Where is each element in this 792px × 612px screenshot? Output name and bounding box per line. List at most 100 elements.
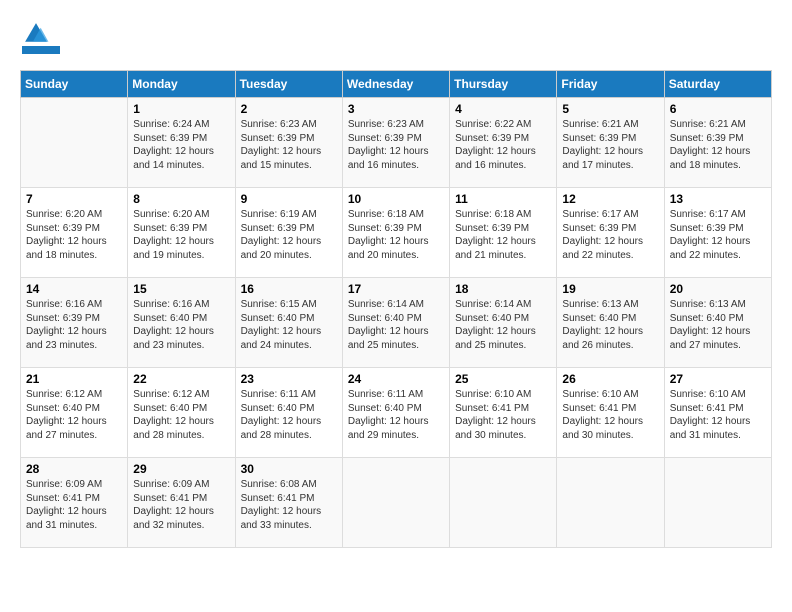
day-number: 23	[241, 372, 337, 386]
day-info: Sunrise: 6:11 AMSunset: 6:40 PMDaylight:…	[241, 388, 337, 442]
day-info: Sunrise: 6:14 AMSunset: 6:40 PMDaylight:…	[348, 298, 444, 352]
calendar-week-3: 14 Sunrise: 6:16 AMSunset: 6:39 PMDayligh…	[21, 278, 772, 368]
day-info: Sunrise: 6:15 AMSunset: 6:40 PMDaylight:…	[241, 298, 337, 352]
calendar-cell: 12 Sunrise: 6:17 AMSunset: 6:39 PMDayligh…	[557, 188, 664, 278]
day-number: 22	[133, 372, 229, 386]
day-info: Sunrise: 6:20 AMSunset: 6:39 PMDaylight:…	[26, 208, 122, 262]
logo	[20, 20, 60, 54]
day-info: Sunrise: 6:10 AMSunset: 6:41 PMDaylight:…	[562, 388, 658, 442]
calendar-header-friday: Friday	[557, 71, 664, 98]
calendar-header-row: SundayMondayTuesdayWednesdayThursdayFrid…	[21, 71, 772, 98]
calendar-header-wednesday: Wednesday	[342, 71, 449, 98]
calendar-cell	[664, 458, 771, 548]
day-info: Sunrise: 6:14 AMSunset: 6:40 PMDaylight:…	[455, 298, 551, 352]
calendar-cell: 8 Sunrise: 6:20 AMSunset: 6:39 PMDaylight…	[128, 188, 235, 278]
day-number: 13	[670, 192, 766, 206]
calendar-cell: 1 Sunrise: 6:24 AMSunset: 6:39 PMDaylight…	[128, 98, 235, 188]
calendar-cell: 29Sunrise: 6:09 AMSunset: 6:41 PMDayligh…	[128, 458, 235, 548]
calendar-header-monday: Monday	[128, 71, 235, 98]
logo-underline	[22, 46, 60, 54]
calendar-cell: 17 Sunrise: 6:14 AMSunset: 6:40 PMDayligh…	[342, 278, 449, 368]
day-info: Sunrise: 6:12 AMSunset: 6:40 PMDaylight:…	[133, 388, 229, 442]
day-info: Sunrise: 6:21 AMSunset: 6:39 PMDaylight:…	[562, 118, 658, 172]
day-number: 12	[562, 192, 658, 206]
day-number: 18	[455, 282, 551, 296]
calendar-cell: 13 Sunrise: 6:17 AMSunset: 6:39 PMDayligh…	[664, 188, 771, 278]
day-number: 2	[241, 102, 337, 116]
calendar-cell: 9Sunrise: 6:19 AMSunset: 6:39 PMDaylight…	[235, 188, 342, 278]
day-info: Sunrise: 6:16 AMSunset: 6:40 PMDaylight:…	[133, 298, 229, 352]
calendar-cell: 22 Sunrise: 6:12 AMSunset: 6:40 PMDayligh…	[128, 368, 235, 458]
day-number: 14	[26, 282, 122, 296]
day-number: 1	[133, 102, 229, 116]
day-info: Sunrise: 6:10 AMSunset: 6:41 PMDaylight:…	[670, 388, 766, 442]
day-info: Sunrise: 6:24 AMSunset: 6:39 PMDaylight:…	[133, 118, 229, 172]
day-info: Sunrise: 6:21 AMSunset: 6:39 PMDaylight:…	[670, 118, 766, 172]
calendar-cell: 2 Sunrise: 6:23 AMSunset: 6:39 PMDaylight…	[235, 98, 342, 188]
calendar-cell	[21, 98, 128, 188]
calendar-cell: 27Sunrise: 6:10 AMSunset: 6:41 PMDayligh…	[664, 368, 771, 458]
day-info: Sunrise: 6:17 AMSunset: 6:39 PMDaylight:…	[562, 208, 658, 262]
logo-icon	[22, 20, 50, 48]
day-number: 3	[348, 102, 444, 116]
day-info: Sunrise: 6:18 AMSunset: 6:39 PMDaylight:…	[348, 208, 444, 262]
day-number: 21	[26, 372, 122, 386]
day-info: Sunrise: 6:18 AMSunset: 6:39 PMDaylight:…	[455, 208, 551, 262]
day-number: 20	[670, 282, 766, 296]
calendar-cell: 5 Sunrise: 6:21 AMSunset: 6:39 PMDaylight…	[557, 98, 664, 188]
day-number: 10	[348, 192, 444, 206]
day-number: 17	[348, 282, 444, 296]
day-number: 7	[26, 192, 122, 206]
calendar-cell: 6Sunrise: 6:21 AMSunset: 6:39 PMDaylight…	[664, 98, 771, 188]
day-info: Sunrise: 6:23 AMSunset: 6:39 PMDaylight:…	[348, 118, 444, 172]
calendar-cell: 10 Sunrise: 6:18 AMSunset: 6:39 PMDayligh…	[342, 188, 449, 278]
calendar-cell: 19 Sunrise: 6:13 AMSunset: 6:40 PMDayligh…	[557, 278, 664, 368]
calendar-cell: 18 Sunrise: 6:14 AMSunset: 6:40 PMDayligh…	[450, 278, 557, 368]
calendar-cell: 14 Sunrise: 6:16 AMSunset: 6:39 PMDayligh…	[21, 278, 128, 368]
day-number: 24	[348, 372, 444, 386]
day-number: 26	[562, 372, 658, 386]
day-info: Sunrise: 6:09 AMSunset: 6:41 PMDaylight:…	[133, 478, 229, 532]
day-info: Sunrise: 6:13 AMSunset: 6:40 PMDaylight:…	[562, 298, 658, 352]
calendar-cell: 26 Sunrise: 6:10 AMSunset: 6:41 PMDayligh…	[557, 368, 664, 458]
calendar-week-4: 21 Sunrise: 6:12 AMSunset: 6:40 PMDayligh…	[21, 368, 772, 458]
day-info: Sunrise: 6:09 AMSunset: 6:41 PMDaylight:…	[26, 478, 122, 532]
day-info: Sunrise: 6:17 AMSunset: 6:39 PMDaylight:…	[670, 208, 766, 262]
day-number: 28	[26, 462, 122, 476]
calendar-cell: 28 Sunrise: 6:09 AMSunset: 6:41 PMDayligh…	[21, 458, 128, 548]
day-info: Sunrise: 6:10 AMSunset: 6:41 PMDaylight:…	[455, 388, 551, 442]
day-number: 19	[562, 282, 658, 296]
day-number: 16	[241, 282, 337, 296]
calendar-cell: 24 Sunrise: 6:11 AMSunset: 6:40 PMDayligh…	[342, 368, 449, 458]
calendar-week-1: 1 Sunrise: 6:24 AMSunset: 6:39 PMDaylight…	[21, 98, 772, 188]
day-info: Sunrise: 6:16 AMSunset: 6:39 PMDaylight:…	[26, 298, 122, 352]
calendar-week-2: 7 Sunrise: 6:20 AMSunset: 6:39 PMDaylight…	[21, 188, 772, 278]
calendar-cell: 11 Sunrise: 6:18 AMSunset: 6:39 PMDayligh…	[450, 188, 557, 278]
calendar-header-saturday: Saturday	[664, 71, 771, 98]
calendar-header-thursday: Thursday	[450, 71, 557, 98]
calendar-cell: 7 Sunrise: 6:20 AMSunset: 6:39 PMDaylight…	[21, 188, 128, 278]
calendar-cell: 3 Sunrise: 6:23 AMSunset: 6:39 PMDaylight…	[342, 98, 449, 188]
day-number: 4	[455, 102, 551, 116]
calendar-cell: 16 Sunrise: 6:15 AMSunset: 6:40 PMDayligh…	[235, 278, 342, 368]
calendar-header-sunday: Sunday	[21, 71, 128, 98]
calendar-cell: 15Sunrise: 6:16 AMSunset: 6:40 PMDayligh…	[128, 278, 235, 368]
day-number: 11	[455, 192, 551, 206]
day-info: Sunrise: 6:11 AMSunset: 6:40 PMDaylight:…	[348, 388, 444, 442]
calendar-cell: 30Sunrise: 6:08 AMSunset: 6:41 PMDayligh…	[235, 458, 342, 548]
day-info: Sunrise: 6:19 AMSunset: 6:39 PMDaylight:…	[241, 208, 337, 262]
calendar-cell: 21 Sunrise: 6:12 AMSunset: 6:40 PMDayligh…	[21, 368, 128, 458]
day-info: Sunrise: 6:23 AMSunset: 6:39 PMDaylight:…	[241, 118, 337, 172]
day-info: Sunrise: 6:20 AMSunset: 6:39 PMDaylight:…	[133, 208, 229, 262]
calendar-table: SundayMondayTuesdayWednesdayThursdayFrid…	[20, 70, 772, 548]
day-number: 5	[562, 102, 658, 116]
calendar-week-5: 28 Sunrise: 6:09 AMSunset: 6:41 PMDayligh…	[21, 458, 772, 548]
day-number: 8	[133, 192, 229, 206]
calendar-cell: 4Sunrise: 6:22 AMSunset: 6:39 PMDaylight…	[450, 98, 557, 188]
day-number: 25	[455, 372, 551, 386]
calendar-cell	[557, 458, 664, 548]
day-info: Sunrise: 6:12 AMSunset: 6:40 PMDaylight:…	[26, 388, 122, 442]
day-info: Sunrise: 6:13 AMSunset: 6:40 PMDaylight:…	[670, 298, 766, 352]
day-number: 30	[241, 462, 337, 476]
calendar-cell: 25 Sunrise: 6:10 AMSunset: 6:41 PMDayligh…	[450, 368, 557, 458]
